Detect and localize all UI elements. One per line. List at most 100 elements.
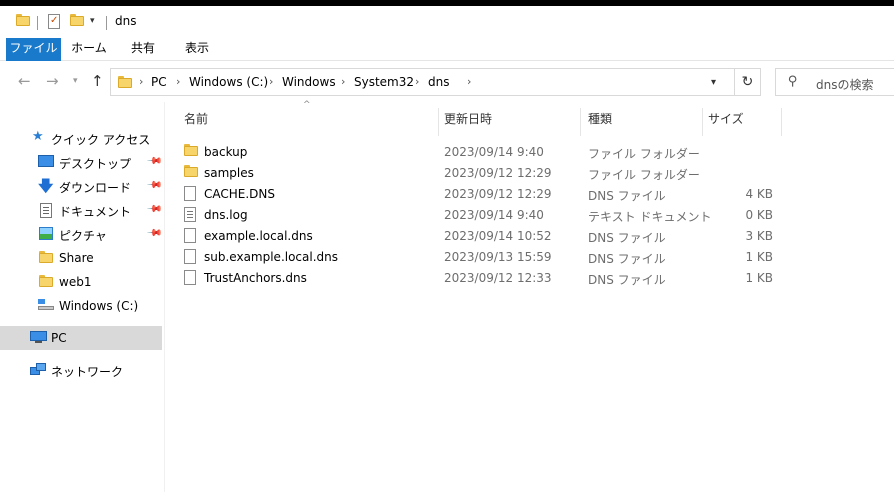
recent-locations-icon[interactable]: ▾	[73, 76, 78, 86]
column-header-date-modified[interactable]: 更新日時	[444, 110, 492, 134]
sidebar-item-share[interactable]: Share	[0, 246, 162, 270]
file-row[interactable]: sub.example.local.dns 2023/09/13 15:59 D…	[178, 246, 778, 267]
customize-quick-access-icon[interactable]: ▾	[90, 16, 95, 26]
sidebar-item-downloads[interactable]: 🡇 ダウンロード 📌	[0, 174, 163, 198]
sidebar-item-label: ネットワーク	[51, 365, 124, 379]
title-bar: ▾ dns	[0, 6, 894, 36]
breadcrumb-dns[interactable]: dns	[428, 75, 449, 89]
sidebar-item-label: Windows (C:)	[59, 299, 139, 313]
column-header-size[interactable]: サイズ	[708, 110, 744, 134]
chevron-right-icon[interactable]: ›	[269, 75, 273, 88]
column-divider[interactable]	[580, 108, 581, 136]
tab-file[interactable]: ファイル	[6, 38, 61, 61]
sidebar-item-windows-c[interactable]: Windows (C:)	[0, 294, 162, 318]
sidebar-item-network[interactable]: ネットワーク	[0, 358, 162, 382]
file-type: DNS ファイル	[588, 273, 666, 287]
sidebar-item-label: web1	[59, 275, 92, 289]
file-size: 4 KB	[745, 187, 773, 201]
column-divider[interactable]	[438, 108, 439, 136]
column-divider[interactable]	[702, 108, 703, 136]
pictures-icon	[39, 227, 53, 240]
chevron-right-icon[interactable]: ›	[176, 75, 180, 88]
file-icon	[184, 186, 196, 201]
file-size: 1 KB	[745, 271, 773, 285]
file-icon	[184, 249, 196, 264]
explorer-window: ▾ dns ファイル ホーム 共有 表示 ← → ▾ ↑ › PC › Wind…	[0, 6, 894, 492]
sidebar-item-label: PC	[51, 331, 67, 345]
file-size: 1 KB	[745, 250, 773, 264]
file-date: 2023/09/12 12:29	[444, 166, 552, 180]
file-type: DNS ファイル	[588, 189, 666, 203]
breadcrumb-pc[interactable]: PC	[151, 75, 167, 89]
file-name: dns.log	[204, 208, 248, 222]
sidebar-item-label: デスクトップ	[59, 157, 132, 171]
forward-arrow-icon[interactable]: →	[46, 72, 59, 90]
search-box[interactable]: ⚲ dnsの検索	[775, 68, 894, 96]
file-list: ^ 名前 更新日時 種類 サイズ backup 2023/09/14 9:40 …	[166, 100, 894, 492]
tab-view[interactable]: 表示	[174, 38, 220, 61]
text-file-icon	[184, 207, 196, 222]
back-arrow-icon[interactable]: ←	[18, 72, 31, 90]
file-name: sub.example.local.dns	[204, 250, 339, 264]
sidebar-item-quick-access[interactable]: ★ クイック アクセス	[0, 126, 162, 150]
download-icon: 🡇	[38, 177, 54, 195]
file-name: example.local.dns	[204, 229, 313, 243]
pc-icon	[30, 331, 47, 344]
file-row[interactable]: CACHE.DNS 2023/09/12 12:29 DNS ファイル 4 KB	[178, 183, 778, 204]
column-divider[interactable]	[781, 108, 782, 136]
chevron-right-icon[interactable]: ›	[415, 75, 419, 88]
column-header-name[interactable]: 名前	[184, 110, 208, 134]
address-bar[interactable]: › PC › Windows (C:) › Windows › System32…	[110, 68, 761, 96]
sidebar-item-label: ダウンロード	[59, 181, 132, 195]
sort-ascending-icon: ^	[303, 100, 311, 110]
separator	[37, 16, 38, 30]
file-date: 2023/09/12 12:29	[444, 187, 552, 201]
search-icon: ⚲	[788, 74, 798, 89]
file-type: ファイル フォルダー	[588, 147, 700, 161]
file-date: 2023/09/13 15:59	[444, 250, 552, 264]
file-row[interactable]: TrustAnchors.dns 2023/09/12 12:33 DNS ファ…	[178, 267, 778, 288]
file-date: 2023/09/14 9:40	[444, 145, 544, 159]
file-name: CACHE.DNS	[204, 187, 276, 201]
sidebar-item-documents[interactable]: ドキュメント 📌	[0, 198, 163, 222]
navigation-pane: ★ クイック アクセス デスクトップ 📌 🡇 ダウンロード 📌 ドキュメント 📌…	[0, 102, 165, 492]
sidebar-item-web1[interactable]: web1	[0, 270, 162, 294]
file-row[interactable]: samples 2023/09/12 12:29 ファイル フォルダー	[178, 162, 778, 183]
folder-icon	[184, 165, 198, 177]
column-header-type[interactable]: 種類	[588, 110, 612, 134]
breadcrumb-system32[interactable]: System32	[354, 75, 414, 89]
sidebar-item-label: ピクチャ	[59, 229, 107, 243]
properties-icon[interactable]	[48, 14, 60, 29]
sidebar-item-pc[interactable]: PC	[0, 326, 162, 350]
new-folder-icon[interactable]	[70, 14, 84, 26]
sidebar-item-label: ドキュメント	[59, 205, 132, 219]
star-icon: ★	[32, 129, 44, 144]
chevron-right-icon[interactable]: ›	[341, 75, 345, 88]
folder-icon	[184, 144, 198, 156]
folder-icon	[118, 76, 132, 88]
breadcrumb-windows-c[interactable]: Windows (C:)	[189, 75, 268, 89]
pin-icon[interactable]: 📌	[146, 153, 163, 170]
file-row[interactable]: dns.log 2023/09/14 9:40 テキスト ドキュメント 0 KB	[178, 204, 778, 225]
pin-icon[interactable]: 📌	[146, 201, 163, 218]
pin-icon[interactable]: 📌	[146, 225, 163, 242]
chevron-right-icon[interactable]: ›	[139, 75, 143, 88]
address-history-dropdown-icon[interactable]: ▾	[711, 77, 716, 88]
file-type: テキスト ドキュメント	[588, 210, 712, 224]
tab-share[interactable]: 共有	[120, 38, 166, 61]
sidebar-item-pictures[interactable]: ピクチャ 📌	[0, 222, 163, 246]
pin-icon[interactable]: 📌	[146, 177, 163, 194]
chevron-right-icon[interactable]: ›	[467, 75, 471, 88]
file-type: ファイル フォルダー	[588, 168, 700, 182]
file-row[interactable]: backup 2023/09/14 9:40 ファイル フォルダー	[178, 141, 778, 162]
file-date: 2023/09/14 10:52	[444, 229, 552, 243]
up-arrow-icon[interactable]: ↑	[91, 72, 104, 90]
file-row[interactable]: example.local.dns 2023/09/14 10:52 DNS フ…	[178, 225, 778, 246]
tab-home[interactable]: ホーム	[66, 38, 112, 61]
refresh-button[interactable]: ↻	[734, 68, 761, 96]
breadcrumb-windows[interactable]: Windows	[282, 75, 336, 89]
sidebar-item-label: クイック アクセス	[51, 133, 151, 147]
file-icon	[184, 228, 196, 243]
ribbon-tabs: ファイル ホーム 共有 表示	[0, 38, 894, 61]
sidebar-item-desktop[interactable]: デスクトップ 📌	[0, 150, 163, 174]
